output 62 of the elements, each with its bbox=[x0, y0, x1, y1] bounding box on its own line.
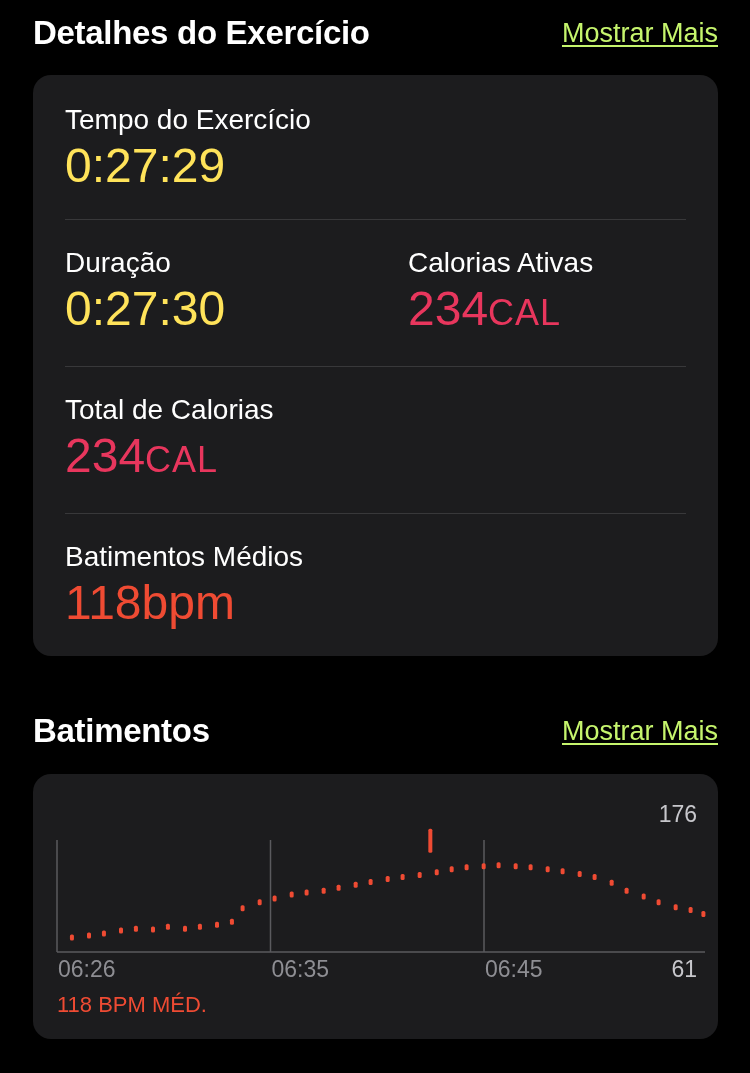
data-point bbox=[481, 863, 486, 870]
data-point bbox=[385, 875, 390, 882]
data-point bbox=[101, 930, 106, 937]
data-point bbox=[592, 874, 597, 880]
metric-label: Calorias Ativas bbox=[408, 246, 595, 280]
data-point bbox=[434, 869, 439, 876]
data-point bbox=[69, 934, 74, 941]
data-point bbox=[229, 918, 234, 925]
data-point bbox=[257, 899, 262, 906]
data-point bbox=[449, 866, 454, 873]
data-point bbox=[417, 872, 422, 879]
data-point bbox=[240, 905, 245, 912]
time-label: 06:35 bbox=[271, 956, 330, 982]
data-point bbox=[560, 868, 565, 875]
metric-value: 234CAL bbox=[65, 428, 220, 484]
data-point bbox=[353, 881, 358, 888]
data-point bbox=[289, 891, 294, 898]
data-point bbox=[528, 864, 533, 871]
data-point bbox=[496, 862, 501, 869]
min-value-label: 61 bbox=[671, 956, 697, 982]
data-point bbox=[641, 893, 646, 900]
data-point bbox=[513, 863, 518, 870]
data-point bbox=[656, 899, 661, 906]
average-label: 118 BPM MÉD. bbox=[57, 992, 207, 1018]
data-point bbox=[165, 923, 170, 930]
data-point bbox=[688, 907, 693, 914]
section-title: Detalhes do Exercício bbox=[33, 14, 370, 52]
metric-label: Duração bbox=[65, 246, 172, 280]
metric-value: 234CAL bbox=[408, 281, 563, 337]
data-point bbox=[577, 871, 582, 878]
metric-value: 0:27:30 bbox=[65, 281, 227, 337]
data-point bbox=[428, 828, 433, 853]
data-point bbox=[87, 932, 91, 939]
data-point bbox=[119, 927, 123, 934]
data-point bbox=[197, 923, 202, 930]
data-point bbox=[183, 925, 187, 932]
section-title: Batimentos bbox=[33, 712, 210, 750]
data-point bbox=[321, 887, 326, 894]
metric-label: Tempo do Exercício bbox=[65, 103, 312, 137]
data-point bbox=[368, 878, 373, 885]
metric-value: 118bpm bbox=[65, 575, 236, 631]
data-point bbox=[304, 889, 309, 896]
data-point bbox=[545, 866, 550, 873]
time-label: 06:26 bbox=[58, 956, 116, 982]
show-more-link[interactable]: Mostrar Mais bbox=[562, 17, 718, 49]
data-point bbox=[673, 904, 678, 911]
data-point bbox=[336, 884, 341, 891]
data-point bbox=[133, 925, 138, 932]
data-point bbox=[701, 911, 706, 917]
max-value-label: 176 bbox=[658, 801, 697, 827]
data-point bbox=[272, 895, 277, 902]
data-point bbox=[609, 879, 614, 886]
data-point bbox=[400, 874, 405, 880]
metric-label: Batimentos Médios bbox=[65, 540, 305, 574]
data-point bbox=[624, 887, 629, 894]
show-more-link[interactable]: Mostrar Mais bbox=[562, 715, 718, 747]
metric-value: 0:27:29 bbox=[65, 138, 227, 194]
time-label: 06:45 bbox=[485, 956, 543, 982]
metric-label: Total de Calorias bbox=[65, 393, 275, 427]
data-point bbox=[151, 926, 155, 933]
data-point bbox=[464, 864, 469, 871]
data-point bbox=[215, 921, 219, 928]
